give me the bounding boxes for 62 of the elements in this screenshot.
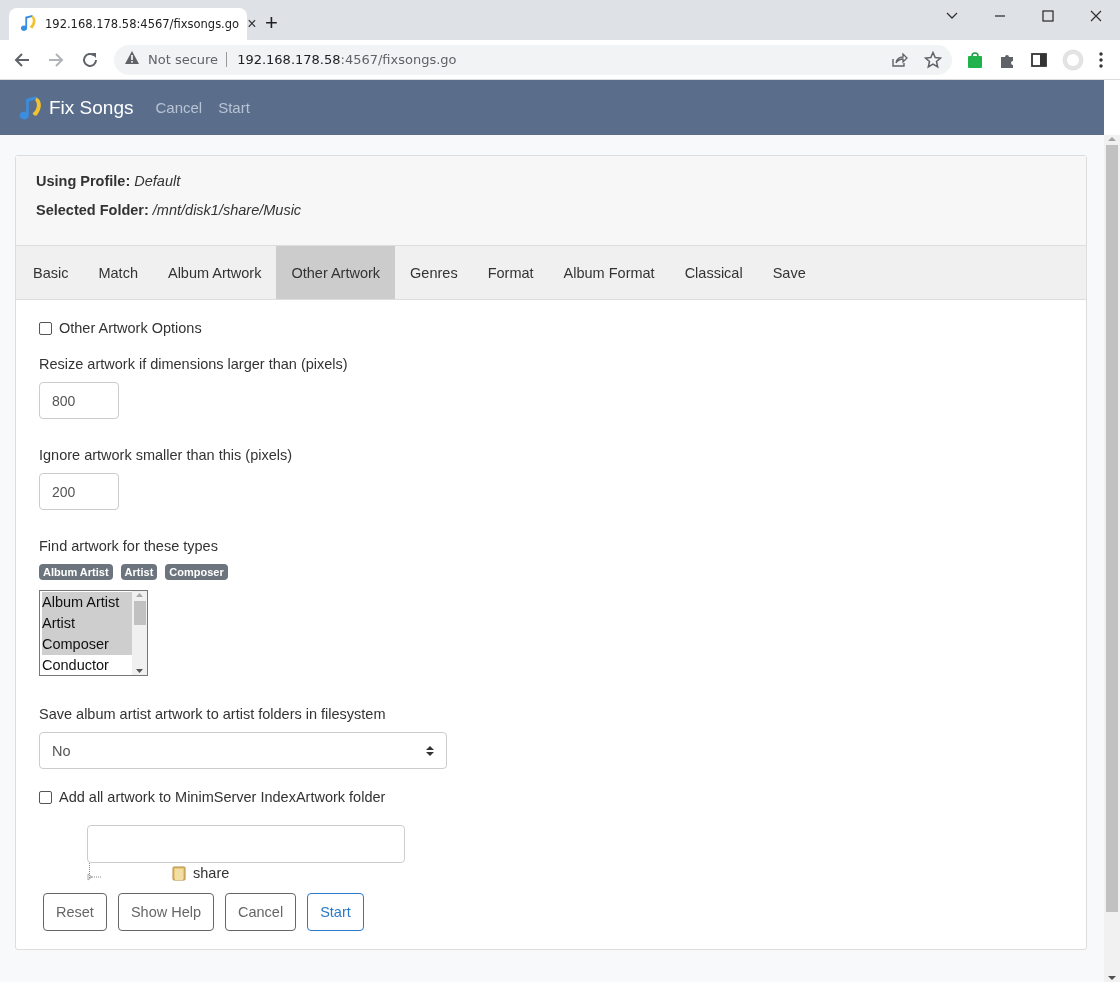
checkbox-label: Other Artwork Options	[59, 320, 202, 336]
security-label: Not secure	[148, 52, 228, 67]
tab[interactable]: Format	[472, 246, 549, 299]
field-label: Ignore artwork smaller than this (pixels)	[39, 447, 294, 463]
checkbox[interactable]	[39, 321, 52, 335]
tab[interactable]: Album Artwork	[152, 246, 277, 299]
close-icon[interactable]	[1089, 9, 1103, 23]
folder-icon	[171, 865, 187, 881]
shopping-bag-icon[interactable]	[966, 50, 984, 69]
side-panel-icon[interactable]	[1030, 50, 1048, 69]
more-menu-icon[interactable]	[1098, 50, 1104, 69]
number-field[interactable]: 200	[39, 473, 119, 510]
star-icon[interactable]	[924, 50, 942, 69]
tab[interactable]: Match	[83, 246, 153, 299]
sort-arrows-icon	[426, 744, 434, 757]
tab[interactable]: Genres	[395, 246, 473, 299]
select-field[interactable]: No	[39, 732, 447, 769]
info-line: Using Profile: Default	[36, 173, 182, 189]
field-label: Find artwork for these types	[39, 538, 219, 554]
scroll-thumb[interactable]	[1106, 145, 1118, 912]
form-button[interactable]: Cancel	[225, 893, 297, 931]
share-icon[interactable]	[890, 50, 908, 69]
select-value: No	[52, 742, 71, 759]
tab[interactable]: Save	[757, 246, 821, 299]
maximize-icon[interactable]	[1041, 9, 1055, 23]
list-box[interactable]: Album Artist Artist Composer Conductor	[39, 590, 148, 676]
checkbox-label: Add all artwork to MinimServer IndexArtwork folder	[59, 789, 386, 805]
url-text: 192.168.178.58:4567/fixsongs.go	[237, 52, 458, 67]
folder-name[interactable]: share	[193, 865, 230, 881]
tab[interactable]: Other Artwork	[276, 246, 396, 299]
field-label: Save album artist artwork to artist folders in filesystem	[39, 706, 387, 722]
form-button[interactable]: Reset	[43, 893, 107, 931]
tag-label: Album Artist	[39, 564, 113, 580]
app-title[interactable]: Fix Songs	[49, 96, 134, 119]
form-button[interactable]: Start	[307, 893, 364, 931]
list-option[interactable]: Composer	[42, 634, 132, 655]
list-option[interactable]: Album Artist	[42, 592, 132, 613]
address-bar[interactable]: Not secure 192.168.178.58:4567/fixsongs.go	[114, 44, 952, 75]
new-tab-button[interactable]: +	[261, 10, 282, 36]
scroll-thumb[interactable]	[133, 601, 146, 625]
field-label: Resize artwork if dimensions larger than (pixels)	[39, 356, 349, 372]
music-note-icon	[19, 13, 37, 32]
scroll-down-icon[interactable]	[135, 667, 144, 675]
tree-connector-icon	[87, 863, 103, 883]
checkbox[interactable]	[39, 790, 52, 804]
scrollbar[interactable]	[1104, 135, 1120, 982]
tab[interactable]: Album Format	[548, 246, 670, 299]
list-option[interactable]: Conductor	[42, 655, 132, 675]
path-field[interactable]	[87, 825, 405, 863]
list-option[interactable]: Artist	[42, 613, 132, 634]
scroll-down-icon[interactable]	[1107, 974, 1117, 982]
music-note-icon	[17, 94, 43, 121]
tab[interactable]: Classical	[669, 246, 758, 299]
info-line: Selected Folder: /mnt/disk1/share/Music	[36, 202, 303, 218]
number-field[interactable]: 800	[39, 382, 119, 419]
tab-close-button[interactable]: ×	[247, 15, 257, 33]
form-button[interactable]: Show Help	[117, 893, 214, 931]
tag-label: Composer	[165, 564, 228, 580]
tag-label: Artist	[120, 564, 158, 580]
tab[interactable]: Basic	[18, 246, 84, 299]
tab-title: 192.168.178.58:4567/fixsongs.go	[45, 17, 240, 31]
warning-icon	[124, 50, 140, 66]
